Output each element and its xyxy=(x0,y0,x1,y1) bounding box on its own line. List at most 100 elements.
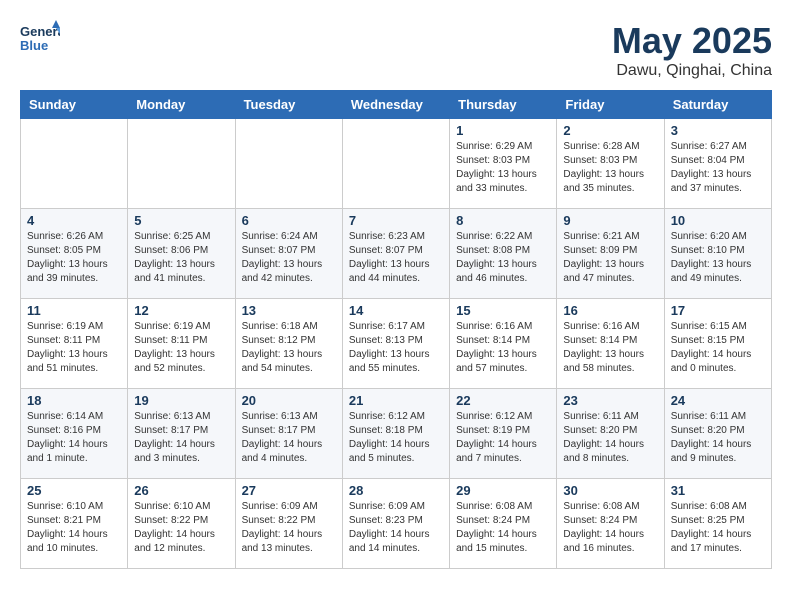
day-info: Sunrise: 6:11 AM Sunset: 8:20 PM Dayligh… xyxy=(563,410,657,466)
calendar-header-saturday: Saturday xyxy=(664,91,771,119)
day-info: Sunrise: 6:13 AM Sunset: 8:17 PM Dayligh… xyxy=(134,410,228,466)
calendar-cell: 27 Sunrise: 6:09 AM Sunset: 8:22 PM Dayli… xyxy=(235,479,342,569)
calendar-cell: 23Sunrise: 6:11 AM Sunset: 8:20 PM Dayli… xyxy=(557,389,664,479)
day-number: 5 xyxy=(134,213,228,228)
day-number: 28 xyxy=(349,483,443,498)
calendar-cell: 18 Sunrise: 6:14 AM Sunset: 8:16 PM Dayli… xyxy=(21,389,128,479)
day-info: Sunrise: 6:08 AM Sunset: 8:24 PM Dayligh… xyxy=(456,500,550,556)
day-info: Sunrise: 6:24 AM Sunset: 8:07 PM Dayligh… xyxy=(242,230,336,286)
day-info: Sunrise: 6:12 AM Sunset: 8:19 PM Dayligh… xyxy=(456,410,550,466)
day-number: 10 xyxy=(671,213,765,228)
calendar-cell: 29 Sunrise: 6:08 AM Sunset: 8:24 PM Dayli… xyxy=(450,479,557,569)
day-info: Sunrise: 6:20 AM Sunset: 8:10 PM Dayligh… xyxy=(671,230,765,286)
day-info: Sunrise: 6:14 AM Sunset: 8:16 PM Dayligh… xyxy=(27,410,121,466)
day-number: 14 xyxy=(349,303,443,318)
day-number: 27 xyxy=(242,483,336,498)
day-info: Sunrise: 6:16 AM Sunset: 8:14 PM Dayligh… xyxy=(563,320,657,376)
day-number: 2 xyxy=(563,123,657,138)
day-number: 12 xyxy=(134,303,228,318)
calendar-header-wednesday: Wednesday xyxy=(342,91,449,119)
title-area: May 2025 Dawu, Qinghai, China xyxy=(612,20,772,80)
logo-icon: General Blue xyxy=(20,20,60,55)
calendar-cell: 7 Sunrise: 6:23 AM Sunset: 8:07 PM Daylig… xyxy=(342,209,449,299)
calendar-cell: 25 Sunrise: 6:10 AM Sunset: 8:21 PM Dayli… xyxy=(21,479,128,569)
day-number: 1 xyxy=(456,123,550,138)
month-title: May 2025 xyxy=(612,20,772,62)
calendar-header-friday: Friday xyxy=(557,91,664,119)
day-info: Sunrise: 6:08 AM Sunset: 8:24 PM Dayligh… xyxy=(563,500,657,556)
logo: General Blue xyxy=(20,20,60,55)
day-number: 17 xyxy=(671,303,765,318)
calendar-cell: 11Sunrise: 6:19 AM Sunset: 8:11 PM Dayli… xyxy=(21,299,128,389)
calendar-cell: 6 Sunrise: 6:24 AM Sunset: 8:07 PM Daylig… xyxy=(235,209,342,299)
day-number: 6 xyxy=(242,213,336,228)
calendar-cell: 14 Sunrise: 6:17 AM Sunset: 8:13 PM Dayli… xyxy=(342,299,449,389)
calendar-cell: 4 Sunrise: 6:26 AM Sunset: 8:05 PM Daylig… xyxy=(21,209,128,299)
day-number: 21 xyxy=(349,393,443,408)
day-info: Sunrise: 6:15 AM Sunset: 8:15 PM Dayligh… xyxy=(671,320,765,376)
day-number: 7 xyxy=(349,213,443,228)
day-number: 20 xyxy=(242,393,336,408)
day-number: 26 xyxy=(134,483,228,498)
day-number: 18 xyxy=(27,393,121,408)
day-number: 31 xyxy=(671,483,765,498)
calendar-header-tuesday: Tuesday xyxy=(235,91,342,119)
day-info: Sunrise: 6:21 AM Sunset: 8:09 PM Dayligh… xyxy=(563,230,657,286)
day-number: 8 xyxy=(456,213,550,228)
calendar-week-row: 25 Sunrise: 6:10 AM Sunset: 8:21 PM Dayli… xyxy=(21,479,772,569)
day-number: 25 xyxy=(27,483,121,498)
calendar-cell: 16 Sunrise: 6:16 AM Sunset: 8:14 PM Dayli… xyxy=(557,299,664,389)
day-info: Sunrise: 6:26 AM Sunset: 8:05 PM Dayligh… xyxy=(27,230,121,286)
day-number: 15 xyxy=(456,303,550,318)
calendar-cell xyxy=(21,119,128,209)
calendar-cell: 2Sunrise: 6:28 AM Sunset: 8:03 PM Daylig… xyxy=(557,119,664,209)
day-number: 13 xyxy=(242,303,336,318)
calendar-cell: 15Sunrise: 6:16 AM Sunset: 8:14 PM Dayli… xyxy=(450,299,557,389)
day-info: Sunrise: 6:09 AM Sunset: 8:22 PM Dayligh… xyxy=(242,500,336,556)
day-number: 16 xyxy=(563,303,657,318)
day-info: Sunrise: 6:23 AM Sunset: 8:07 PM Dayligh… xyxy=(349,230,443,286)
day-info: Sunrise: 6:29 AM Sunset: 8:03 PM Dayligh… xyxy=(456,140,550,196)
day-number: 19 xyxy=(134,393,228,408)
calendar-cell: 12Sunrise: 6:19 AM Sunset: 8:11 PM Dayli… xyxy=(128,299,235,389)
day-info: Sunrise: 6:13 AM Sunset: 8:17 PM Dayligh… xyxy=(242,410,336,466)
calendar-cell: 26 Sunrise: 6:10 AM Sunset: 8:22 PM Dayli… xyxy=(128,479,235,569)
calendar-cell xyxy=(235,119,342,209)
day-info: Sunrise: 6:18 AM Sunset: 8:12 PM Dayligh… xyxy=(242,320,336,376)
calendar-header-thursday: Thursday xyxy=(450,91,557,119)
calendar-week-row: 1 Sunrise: 6:29 AM Sunset: 8:03 PM Daylig… xyxy=(21,119,772,209)
calendar-cell: 1 Sunrise: 6:29 AM Sunset: 8:03 PM Daylig… xyxy=(450,119,557,209)
calendar-cell: 24 Sunrise: 6:11 AM Sunset: 8:20 PM Dayli… xyxy=(664,389,771,479)
day-info: Sunrise: 6:10 AM Sunset: 8:22 PM Dayligh… xyxy=(134,500,228,556)
svg-text:Blue: Blue xyxy=(20,38,48,53)
calendar-cell: 31 Sunrise: 6:08 AM Sunset: 8:25 PM Dayli… xyxy=(664,479,771,569)
day-info: Sunrise: 6:27 AM Sunset: 8:04 PM Dayligh… xyxy=(671,140,765,196)
day-number: 4 xyxy=(27,213,121,228)
calendar-cell: 8Sunrise: 6:22 AM Sunset: 8:08 PM Daylig… xyxy=(450,209,557,299)
calendar-cell: 28 Sunrise: 6:09 AM Sunset: 8:23 PM Dayli… xyxy=(342,479,449,569)
calendar: SundayMondayTuesdayWednesdayThursdayFrid… xyxy=(20,90,772,569)
day-number: 9 xyxy=(563,213,657,228)
calendar-cell: 17 Sunrise: 6:15 AM Sunset: 8:15 PM Dayli… xyxy=(664,299,771,389)
day-number: 29 xyxy=(456,483,550,498)
calendar-week-row: 11Sunrise: 6:19 AM Sunset: 8:11 PM Dayli… xyxy=(21,299,772,389)
calendar-cell: 20 Sunrise: 6:13 AM Sunset: 8:17 PM Dayli… xyxy=(235,389,342,479)
day-info: Sunrise: 6:25 AM Sunset: 8:06 PM Dayligh… xyxy=(134,230,228,286)
day-info: Sunrise: 6:11 AM Sunset: 8:20 PM Dayligh… xyxy=(671,410,765,466)
location-title: Dawu, Qinghai, China xyxy=(612,62,772,80)
calendar-cell: 5 Sunrise: 6:25 AM Sunset: 8:06 PM Daylig… xyxy=(128,209,235,299)
day-number: 22 xyxy=(456,393,550,408)
day-info: Sunrise: 6:08 AM Sunset: 8:25 PM Dayligh… xyxy=(671,500,765,556)
calendar-cell: 3Sunrise: 6:27 AM Sunset: 8:04 PM Daylig… xyxy=(664,119,771,209)
calendar-cell xyxy=(342,119,449,209)
day-info: Sunrise: 6:17 AM Sunset: 8:13 PM Dayligh… xyxy=(349,320,443,376)
calendar-week-row: 4 Sunrise: 6:26 AM Sunset: 8:05 PM Daylig… xyxy=(21,209,772,299)
calendar-cell: 19 Sunrise: 6:13 AM Sunset: 8:17 PM Dayli… xyxy=(128,389,235,479)
calendar-week-row: 18 Sunrise: 6:14 AM Sunset: 8:16 PM Dayli… xyxy=(21,389,772,479)
calendar-cell: 21Sunrise: 6:12 AM Sunset: 8:18 PM Dayli… xyxy=(342,389,449,479)
calendar-cell: 13 Sunrise: 6:18 AM Sunset: 8:12 PM Dayli… xyxy=(235,299,342,389)
day-info: Sunrise: 6:19 AM Sunset: 8:11 PM Dayligh… xyxy=(27,320,121,376)
day-number: 24 xyxy=(671,393,765,408)
day-info: Sunrise: 6:09 AM Sunset: 8:23 PM Dayligh… xyxy=(349,500,443,556)
day-info: Sunrise: 6:10 AM Sunset: 8:21 PM Dayligh… xyxy=(27,500,121,556)
